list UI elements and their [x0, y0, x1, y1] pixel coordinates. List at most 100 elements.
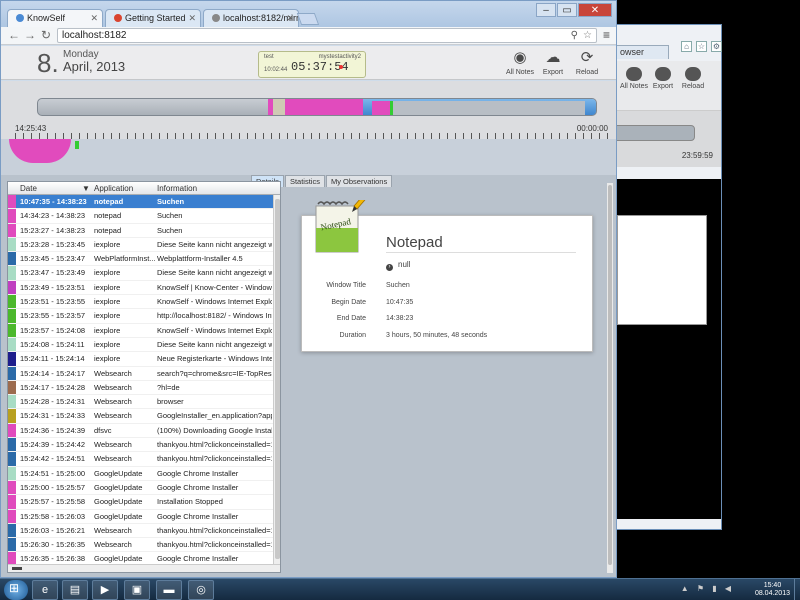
reload-icon	[685, 67, 701, 81]
reload-icon[interactable]: ↻	[39, 28, 53, 42]
detail-card: Notepad Notepad › null Window Title Suchen…	[301, 200, 593, 352]
row-information: thankyou.html?clickonceinstalled=1...	[157, 540, 272, 550]
tab-getting-started[interactable]: Getting Started ✕	[105, 9, 201, 27]
ie-taskbar-icon[interactable]: e	[32, 580, 58, 600]
row-information: Neue Registerkarte - Windows Inter...	[157, 354, 272, 364]
detail-field-window-title: Window Title Suchen	[326, 282, 410, 289]
menu-icon[interactable]: ≡	[603, 28, 610, 42]
list-item[interactable]: 15:24:36 - 15:24:39 dfsvc (100%) Downloadi…	[8, 423, 274, 439]
tab-my-observations[interactable]: My Observations	[325, 175, 393, 187]
list-item[interactable]: 15:25:58 - 15:26:03 GoogleUpdate Google Ch…	[8, 509, 274, 524]
forward-arrow-icon[interactable]: →	[23, 28, 37, 42]
list-item[interactable]: 15:23:47 - 15:23:49 iexplore Diese Seite k…	[8, 266, 274, 281]
list-item[interactable]: 15:23:51 - 15:23:55 iexplore KnowSelf - Wi…	[8, 295, 274, 310]
close-window-button[interactable]: ✕	[578, 3, 612, 17]
list-item[interactable]: 15:23:55 - 15:23:57 iexplore http://localh…	[8, 309, 274, 324]
minimize-button[interactable]: –	[536, 3, 556, 17]
column-date[interactable]: Date	[20, 184, 37, 193]
tab-localhost-mirror[interactable]: localhost:8182/mirror/KC✕	[203, 9, 299, 27]
row-date: 10:47:35 - 14:38:23	[20, 197, 87, 206]
activity-color-swatch	[8, 295, 16, 309]
background-timeline: 23:59:59	[601, 111, 721, 167]
row-date: 15:23:55 - 15:23:57	[20, 311, 86, 321]
tray-icons[interactable]: ▲ ⚑ ▮ ◀	[681, 584, 734, 593]
list-item[interactable]: 15:24:08 - 15:24:11 iexplore Diese Seite k…	[8, 337, 274, 353]
timeline-start-time: 14:25:43	[15, 124, 47, 133]
list-vertical-scrollbar[interactable]	[273, 195, 280, 565]
list-item[interactable]: 15:24:31 - 15:24:33 Websearch GoogleInstal…	[8, 409, 274, 424]
remote-desktop-taskbar-icon[interactable]: ▣	[124, 580, 150, 600]
tab-statistics[interactable]: Statistics	[284, 175, 325, 187]
activity-marker	[75, 141, 79, 149]
list-item[interactable]: 15:23:57 - 15:24:08 iexplore KnowSelf - Wi…	[8, 323, 274, 338]
list-item[interactable]: 15:24:17 - 15:24:28 Websearch ?hl=de	[8, 380, 274, 396]
timeline-bar[interactable]	[37, 98, 597, 116]
close-tab-icon[interactable]: ✕	[286, 10, 294, 26]
chrome-taskbar-icon[interactable]: ◎	[188, 580, 214, 600]
show-desktop-button[interactable]	[794, 579, 800, 600]
list-item[interactable]: 10:47:35 - 14:38:23 notepad Suchen	[8, 195, 274, 210]
list-item[interactable]: 15:24:42 - 15:24:51 Websearch thankyou.htm…	[8, 452, 274, 467]
bookmark-star-icon[interactable]: ☆	[583, 29, 592, 42]
tab-knowself[interactable]: KnowSelf ✕	[7, 9, 103, 27]
list-item[interactable]: 15:23:45 - 15:23:47 WebPlatformInst... Web…	[8, 252, 274, 267]
detail-subtitle[interactable]: › null	[386, 260, 410, 271]
all-notes-button[interactable]: ◉ All Notes	[503, 50, 537, 77]
row-application: GoogleUpdate	[94, 497, 143, 507]
new-tab-button[interactable]	[296, 13, 320, 25]
row-information: thankyou.html?clickonceinstalled=1...	[157, 525, 272, 535]
activity-color-swatch	[8, 438, 16, 452]
list-item[interactable]: 15:24:51 - 15:25:00 GoogleUpdate Google Ch…	[8, 466, 274, 481]
back-arrow-icon[interactable]: ←	[7, 28, 21, 42]
close-tab-icon[interactable]: ✕	[188, 10, 196, 26]
list-item[interactable]: 15:25:57 - 15:25:58 GoogleUpdate Installat…	[8, 495, 274, 510]
column-information[interactable]: Information	[157, 184, 197, 193]
media-player-taskbar-icon[interactable]: ▶	[92, 580, 118, 600]
list-item[interactable]: 15:24:28 - 15:24:31 Websearch browser	[8, 395, 274, 410]
home-icon[interactable]: ⌂	[681, 41, 692, 52]
list-item[interactable]: 15:26:30 - 15:26:35 Websearch thankyou.htm…	[8, 538, 274, 553]
gear-icon[interactable]: ⚙	[711, 41, 722, 52]
column-application[interactable]: Application	[94, 184, 133, 193]
list-item[interactable]: 15:23:49 - 15:23:51 iexplore KnowSelf | Kn…	[8, 280, 274, 296]
sort-down-icon[interactable]: ▼	[82, 184, 90, 193]
list-item[interactable]: 15:25:00 - 15:25:57 GoogleUpdate Google Ch…	[8, 480, 274, 496]
search-icon[interactable]: ⚲	[571, 29, 578, 42]
list-item[interactable]: 15:26:03 - 15:26:21 Websearch thankyou.htm…	[8, 523, 274, 539]
background-tab[interactable]: owser	[609, 45, 669, 59]
row-information: KnowSelf - Windows Internet Explorer	[157, 325, 272, 335]
list-horizontal-scrollbar[interactable]	[8, 564, 280, 572]
close-tab-icon[interactable]: ✕	[90, 10, 98, 26]
bg-export-button[interactable]: Export	[648, 67, 678, 90]
list-item[interactable]: 15:24:39 - 15:24:42 Websearch thankyou.htm…	[8, 438, 274, 453]
activity-color-swatch	[8, 252, 16, 266]
background-browser-window[interactable]: owser ⌂ ☆ ⚙ All Notes Export Reload 23:5…	[600, 24, 722, 530]
row-application: iexplore	[94, 354, 121, 364]
row-application: GoogleUpdate	[94, 482, 143, 492]
start-button[interactable]	[4, 580, 28, 600]
maximize-button[interactable]: ▭	[557, 3, 577, 17]
list-item[interactable]: 15:24:11 - 15:24:14 iexplore Neue Register…	[8, 352, 274, 367]
export-button[interactable]: ☁ Export	[536, 50, 570, 77]
console-taskbar-icon[interactable]: ▬	[156, 580, 182, 600]
activity-color-swatch	[8, 280, 16, 295]
row-application: Websearch	[94, 397, 132, 407]
address-bar[interactable]: localhost:8182 ⚲ ☆	[57, 28, 597, 43]
list-item[interactable]: 15:23:27 - 14:38:23 notepad Suchen	[8, 223, 274, 238]
row-application: notepad	[94, 211, 122, 221]
row-application: iexplore	[94, 282, 121, 292]
reload-button[interactable]: ⟳ Reload	[570, 50, 604, 77]
page-scrollbar[interactable]	[607, 183, 613, 573]
clock[interactable]: 15:40 08.04.2013	[755, 582, 790, 598]
activity-timer[interactable]: test mystestactivity2 10:02:44 05:37:54	[258, 51, 366, 78]
list-item[interactable]: 15:24:14 - 15:24:17 Websearch search?q=chr…	[8, 366, 274, 381]
background-timeline-bar[interactable]	[605, 125, 695, 141]
list-item[interactable]: 14:34:23 - 14:38:23 notepad Suchen	[8, 209, 274, 224]
list-item[interactable]: 15:23:28 - 15:23:45 iexplore Diese Seite k…	[8, 237, 274, 253]
bg-reload-button[interactable]: Reload	[678, 67, 708, 90]
explorer-taskbar-icon[interactable]: ▤	[62, 580, 88, 600]
star-icon[interactable]: ☆	[696, 41, 707, 52]
row-date: 15:24:08 - 15:24:11	[20, 339, 85, 349]
bg-all-notes-button[interactable]: All Notes	[619, 67, 649, 90]
clock-time: 15:40	[763, 582, 782, 589]
